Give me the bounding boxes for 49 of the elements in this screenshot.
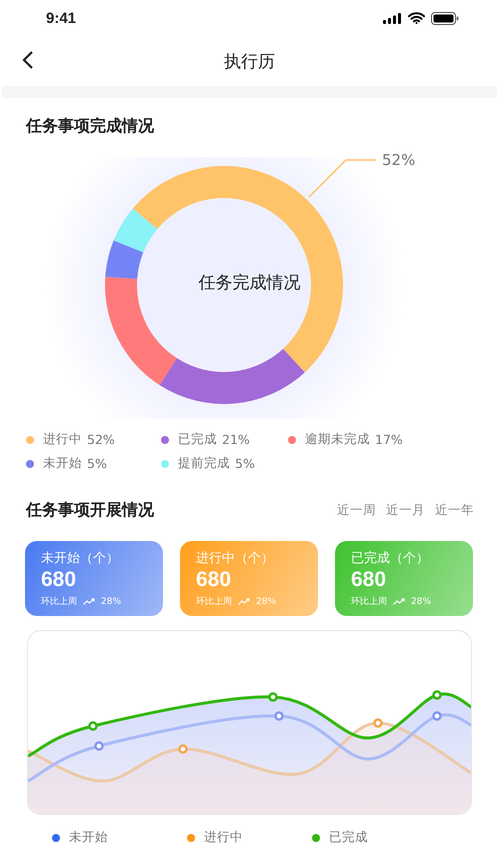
- compare-label: 环比上周: [351, 596, 387, 608]
- legend-label: 进行中: [204, 829, 243, 846]
- legend-label: 逾期未完成: [305, 431, 370, 448]
- status-time: 9:41: [46, 10, 76, 26]
- legend-label: 未开始: [69, 829, 108, 846]
- legend-value: 21%: [222, 432, 250, 447]
- legend-label: 已完成: [329, 829, 368, 846]
- wifi-icon: [408, 12, 425, 24]
- card-value: 680: [41, 567, 78, 593]
- data-point: [432, 690, 442, 700]
- page-title: 执行历: [224, 50, 275, 72]
- battery-icon: [431, 12, 459, 24]
- data-point: [432, 711, 442, 721]
- period-tab[interactable]: 近一月: [386, 502, 425, 519]
- chart-title: 任务完成情况: [198, 272, 300, 294]
- legend-label: 提前完成: [178, 455, 230, 472]
- leader-line: [308, 159, 376, 198]
- trend-up-icon: [393, 598, 405, 605]
- trend-up-icon: [238, 598, 250, 605]
- card-title: 未开始（个）: [41, 550, 120, 567]
- data-point: [178, 744, 188, 754]
- card-title: 已完成（个）: [351, 550, 430, 567]
- data-point: [88, 721, 98, 731]
- trend-up-icon: [83, 598, 95, 605]
- data-point: [373, 718, 383, 728]
- signal-icon: [383, 12, 402, 24]
- section-title: 任务事项开展情况: [26, 500, 154, 521]
- legend-value: 52%: [87, 432, 115, 447]
- legend-label: 未开始: [43, 455, 82, 472]
- card-value: 680: [196, 567, 232, 593]
- period-tab[interactable]: 近一周: [337, 502, 376, 519]
- compare-label: 环比上周: [196, 596, 232, 608]
- period-tab[interactable]: 近一年: [435, 502, 474, 519]
- data-point: [274, 711, 284, 721]
- slice-label: 52%: [382, 151, 416, 169]
- card-title: 进行中（个）: [196, 550, 275, 567]
- data-point: [94, 741, 104, 751]
- compare-label: 环比上周: [41, 596, 77, 608]
- change-value: 28%: [101, 596, 122, 606]
- legend-value: 5%: [87, 456, 107, 471]
- section-title: 任务事项完成情况: [26, 116, 154, 135]
- legend-value: 17%: [375, 432, 403, 447]
- legend-label: 进行中: [43, 431, 82, 448]
- card-value: 680: [351, 567, 388, 593]
- change-value: 28%: [411, 596, 432, 606]
- change-value: 28%: [256, 596, 276, 606]
- data-point: [268, 692, 278, 702]
- legend-value: 5%: [235, 456, 255, 471]
- legend-label: 已完成: [178, 431, 217, 448]
